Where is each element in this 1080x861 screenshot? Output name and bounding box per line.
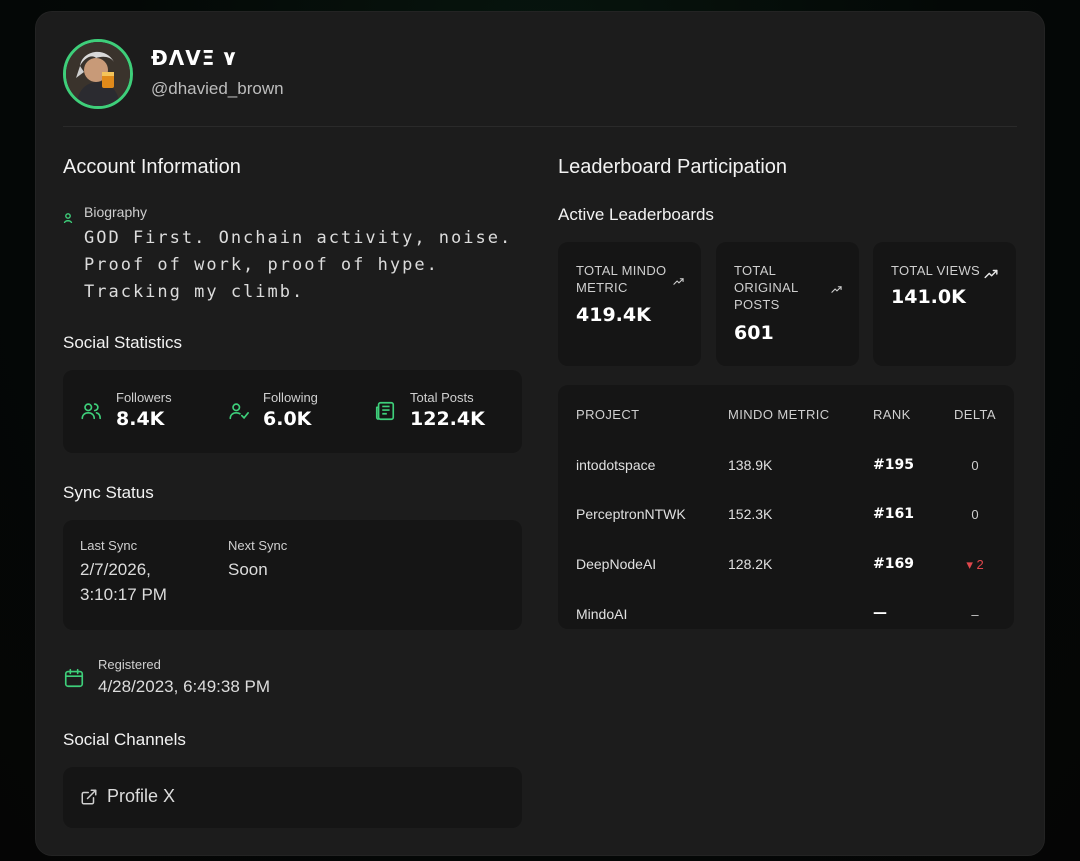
next-sync-value: Soon bbox=[228, 560, 268, 579]
metric-label: TOTAL MINDO METRIC bbox=[576, 263, 667, 295]
column-header-metric: MINDO METRIC bbox=[728, 407, 830, 422]
calendar-icon bbox=[63, 667, 85, 693]
metric-card-mindo: TOTAL MINDO METRIC 419.4K bbox=[558, 242, 701, 366]
row-delta: 0 bbox=[971, 507, 979, 522]
user-check-icon bbox=[228, 400, 250, 426]
last-sync: Last Sync 2/7/2026, 3:10:17 PM bbox=[80, 538, 200, 607]
next-sync: Next Sync Soon bbox=[228, 538, 287, 582]
newspaper-icon bbox=[374, 400, 396, 426]
column-header-rank: RANK bbox=[873, 407, 911, 422]
account-info-title: Account Information bbox=[63, 156, 241, 178]
metric-card-posts: TOTAL ORIGINAL POSTS 601 bbox=[716, 242, 859, 366]
users-icon bbox=[80, 400, 102, 426]
sync-status-title: Sync Status bbox=[63, 483, 154, 502]
registered-label: Registered bbox=[98, 657, 161, 672]
metric-label: TOTAL VIEWS bbox=[891, 263, 981, 278]
profile-x-link[interactable]: Profile X bbox=[63, 767, 522, 828]
followers-stat: Followers 8.4K bbox=[116, 390, 172, 430]
user-icon bbox=[63, 209, 73, 228]
trending-up-icon bbox=[673, 271, 684, 290]
row-rank: #161 bbox=[873, 506, 914, 522]
row-project[interactable]: intodotspace bbox=[576, 457, 655, 473]
row-metric: 128.2K bbox=[728, 556, 773, 572]
leaderboard-table: PROJECT MINDO METRIC RANK DELTA intodots… bbox=[558, 385, 1014, 629]
last-sync-label: Last Sync bbox=[80, 538, 138, 553]
row-rank: — bbox=[873, 605, 887, 621]
external-link-icon bbox=[80, 788, 98, 810]
column-header-project: PROJECT bbox=[576, 407, 640, 422]
following-label: Following bbox=[263, 390, 318, 405]
following-value: 6.0K bbox=[263, 408, 312, 430]
display-name: ÐΛVΞ ۷ bbox=[151, 46, 236, 70]
trending-up-icon bbox=[984, 264, 998, 283]
bio-label: Biography bbox=[84, 204, 148, 220]
row-delta: ▾ 2 bbox=[966, 557, 984, 572]
row-project[interactable]: MindoAI bbox=[576, 606, 627, 622]
avatar[interactable] bbox=[63, 39, 133, 109]
social-channels-title: Social Channels bbox=[63, 730, 186, 749]
metric-value: 601 bbox=[734, 322, 774, 344]
followers-value: 8.4K bbox=[116, 408, 165, 430]
row-metric: 138.9K bbox=[728, 457, 773, 473]
header-divider bbox=[63, 126, 1017, 127]
row-delta: – bbox=[971, 607, 979, 622]
metric-card-views: TOTAL VIEWS 141.0K bbox=[873, 242, 1016, 366]
handle: @dhavied_brown bbox=[151, 79, 284, 98]
followers-label: Followers bbox=[116, 390, 172, 405]
last-sync-value: 2/7/2026, 3:10:17 PM bbox=[80, 560, 167, 604]
trending-up-icon bbox=[831, 279, 842, 298]
row-project[interactable]: DeepNodeAI bbox=[576, 556, 656, 572]
column-header-delta: DELTA bbox=[954, 407, 996, 422]
row-rank: #169 bbox=[873, 556, 914, 572]
row-metric: 152.3K bbox=[728, 506, 773, 522]
registered: Registered 4/28/2023, 6:49:38 PM bbox=[98, 657, 270, 699]
profile-x-label: Profile X bbox=[107, 786, 176, 806]
social-stats-panel: Followers 8.4K Following 6.0K Total Post… bbox=[63, 370, 522, 453]
sync-status-panel: Last Sync 2/7/2026, 3:10:17 PM Next Sync… bbox=[63, 520, 522, 630]
row-project[interactable]: PerceptronNTWK bbox=[576, 506, 686, 522]
active-leaderboards-title: Active Leaderboards bbox=[558, 205, 714, 224]
leaderboard-title: Leaderboard Participation bbox=[558, 156, 788, 178]
social-stats-title: Social Statistics bbox=[63, 333, 183, 352]
total-posts-value: 122.4K bbox=[410, 408, 485, 430]
registered-value: 4/28/2023, 6:49:38 PM bbox=[98, 677, 271, 696]
row-rank: #195 bbox=[873, 457, 914, 473]
profile-card: ÐΛVΞ ۷ @dhavied_brown Account Informatio… bbox=[36, 12, 1044, 855]
row-delta: 0 bbox=[971, 458, 979, 473]
next-sync-label: Next Sync bbox=[228, 538, 288, 553]
metric-label: TOTAL ORIGINAL POSTS bbox=[734, 263, 799, 312]
total-posts-stat: Total Posts 122.4K bbox=[410, 390, 485, 430]
bio-text: GOD First. Onchain activity, noise. Proo… bbox=[84, 228, 513, 302]
metric-value: 141.0K bbox=[891, 286, 966, 308]
following-stat: Following 6.0K bbox=[263, 390, 318, 430]
total-posts-label: Total Posts bbox=[410, 390, 474, 405]
metric-value: 419.4K bbox=[576, 304, 651, 326]
